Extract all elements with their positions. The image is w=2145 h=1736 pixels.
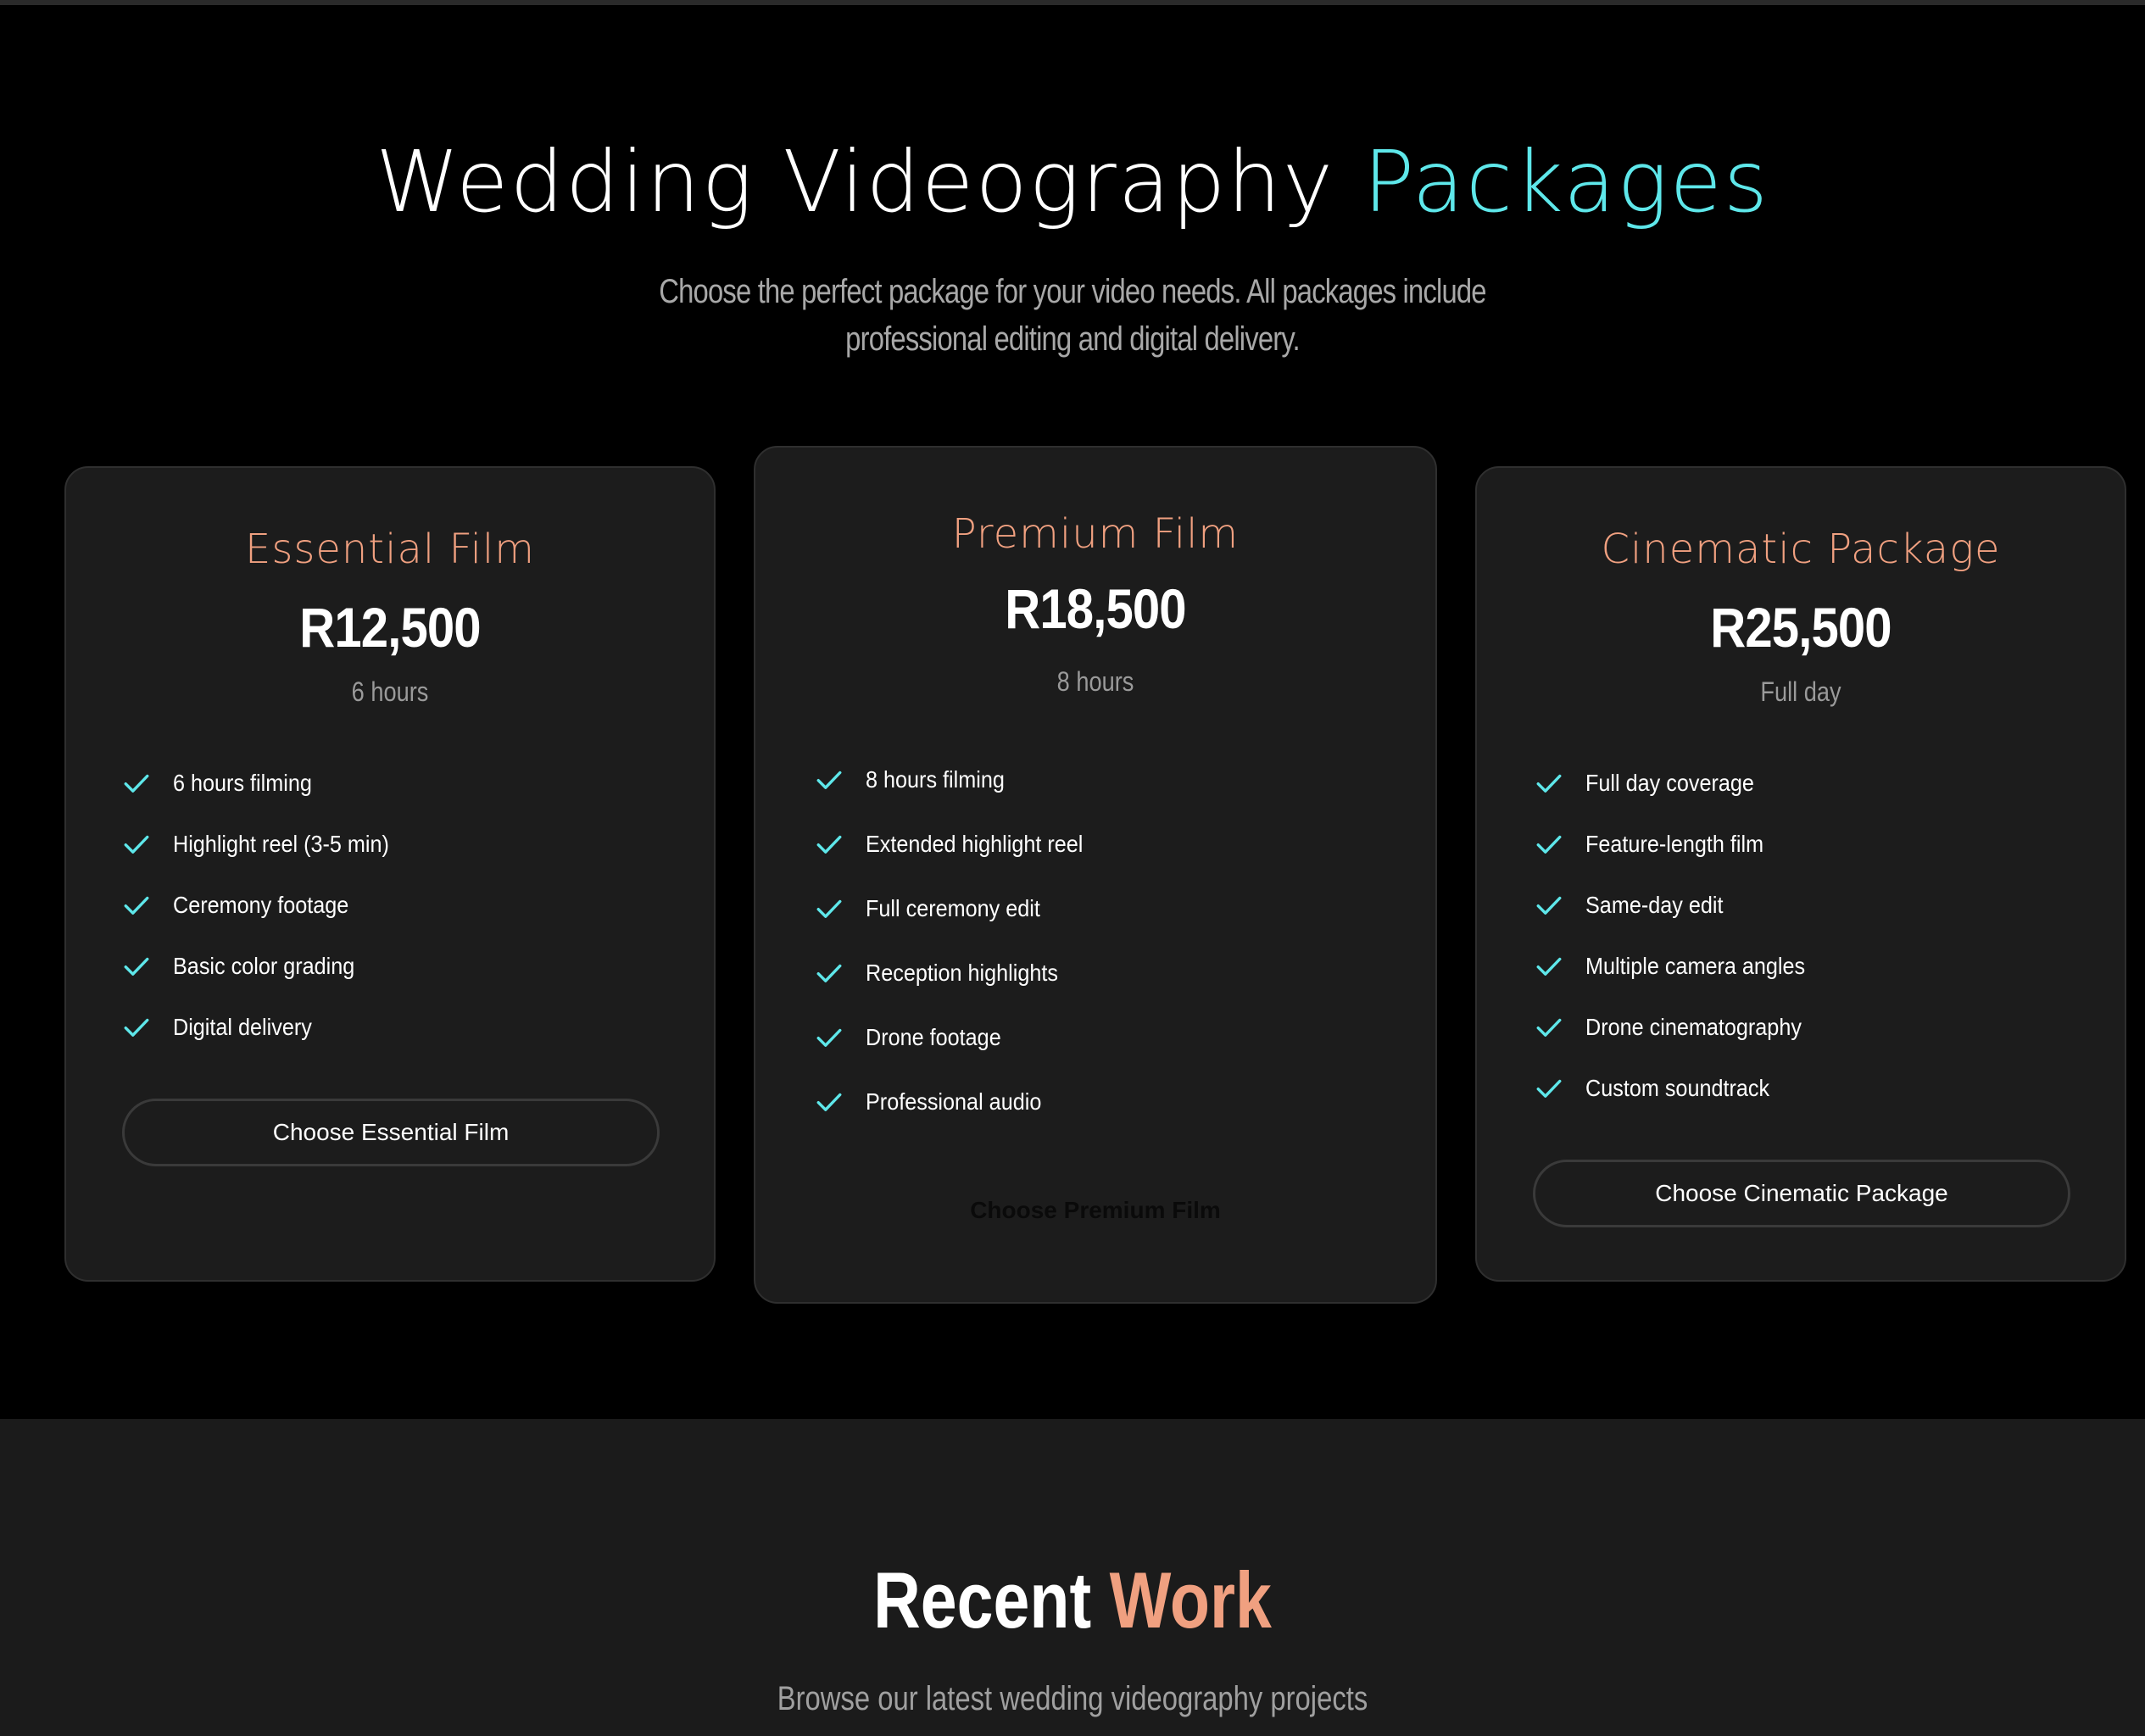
- feature-item: Basic color grading: [122, 936, 413, 997]
- check-icon: [1536, 1079, 1562, 1098]
- check-icon: [1536, 774, 1562, 793]
- choose-essential-film-button[interactable]: Choose Essential Film: [122, 1099, 660, 1166]
- feature-item: Multiple camera angles: [1535, 936, 1830, 997]
- feature-label: Digital delivery: [173, 1014, 312, 1040]
- choose-cinematic-package-button[interactable]: Choose Cinematic Package: [1533, 1160, 2070, 1227]
- feature-list: 6 hours filming Highlight reel (3-5 min)…: [122, 753, 413, 1058]
- feature-item: Reception highlights: [815, 941, 1107, 1005]
- package-duration: 6 hours: [351, 676, 429, 707]
- feature-item: Full day coverage: [1535, 753, 1830, 814]
- feature-label: 6 hours filming: [173, 770, 312, 796]
- feature-item: Full ceremony edit: [815, 876, 1107, 941]
- check-icon: [124, 1018, 149, 1037]
- feature-label: Drone cinematography: [1585, 1014, 1802, 1040]
- packages-heading-accent: Packages: [1362, 132, 1769, 231]
- check-icon: [816, 771, 842, 789]
- feature-label: Full day coverage: [1585, 770, 1754, 796]
- feature-item: Custom soundtrack: [1535, 1058, 1830, 1119]
- feature-label: Basic color grading: [173, 953, 355, 979]
- packages-heading: Wedding Videography Packages: [0, 132, 2145, 231]
- check-icon: [816, 1028, 842, 1047]
- feature-item: Ceremony footage: [122, 875, 413, 936]
- feature-item: Professional audio: [815, 1070, 1107, 1134]
- packages-subtitle: Choose the perfect package for your vide…: [659, 273, 1486, 358]
- feature-label: Multiple camera angles: [1585, 953, 1806, 979]
- check-icon: [1536, 896, 1562, 915]
- feature-list: 8 hours filming Extended highlight reel …: [815, 748, 1107, 1134]
- package-card-essential: Essential Film R12,500 6 hours 6 hours f…: [64, 466, 716, 1282]
- choose-premium-film-button[interactable]: Choose Premium Film: [755, 1197, 1435, 1224]
- feature-item: Drone cinematography: [1535, 997, 1830, 1058]
- feature-label: Custom soundtrack: [1585, 1075, 1770, 1101]
- feature-label: Reception highlights: [866, 960, 1058, 986]
- check-icon: [816, 835, 842, 854]
- feature-item: Highlight reel (3-5 min): [122, 814, 413, 875]
- recent-work-title: Recent Work: [193, 1555, 1953, 1646]
- feature-label: Ceremony footage: [173, 892, 349, 918]
- check-icon: [1536, 1018, 1562, 1037]
- recent-work-title-accent: Work: [1109, 1555, 1272, 1644]
- feature-label: Extended highlight reel: [866, 831, 1084, 857]
- check-icon: [124, 957, 149, 976]
- check-icon: [816, 1093, 842, 1111]
- package-price: R25,500: [1710, 596, 1892, 659]
- recent-work-subtitle: Browse our latest wedding videography pr…: [777, 1680, 1368, 1717]
- feature-label: Drone footage: [866, 1024, 1001, 1050]
- check-icon: [816, 964, 842, 982]
- feature-label: 8 hours filming: [866, 766, 1005, 793]
- feature-list: Full day coverage Feature-length film Sa…: [1535, 753, 1830, 1119]
- check-icon: [124, 774, 149, 793]
- package-duration: Full day: [1760, 676, 1841, 707]
- feature-label: Highlight reel (3-5 min): [173, 831, 389, 857]
- package-title: Cinematic Package: [1601, 526, 2001, 573]
- feature-item: 8 hours filming: [815, 748, 1107, 812]
- feature-item: 6 hours filming: [122, 753, 413, 814]
- feature-item: Same-day edit: [1535, 875, 1830, 936]
- check-icon: [1536, 835, 1562, 854]
- check-icon: [816, 899, 842, 918]
- feature-item: Extended highlight reel: [815, 812, 1107, 876]
- packages-heading-main: Wedding Videography: [376, 132, 1363, 231]
- package-card-cinematic: Cinematic Package R25,500 Full day Full …: [1475, 466, 2126, 1282]
- feature-item: Drone footage: [815, 1005, 1107, 1070]
- package-title: Essential Film: [244, 526, 535, 573]
- feature-label: Professional audio: [866, 1088, 1042, 1115]
- feature-label: Full ceremony edit: [866, 895, 1040, 921]
- check-icon: [1536, 957, 1562, 976]
- feature-item: Digital delivery: [122, 997, 413, 1058]
- feature-label: Feature-length film: [1585, 831, 1764, 857]
- package-title: Premium Film: [951, 510, 1240, 558]
- check-icon: [124, 896, 149, 915]
- package-duration: 8 hours: [1056, 666, 1134, 697]
- package-card-premium: Premium Film R18,500 8 hours 8 hours fil…: [754, 446, 1437, 1304]
- recent-work-section: Recent Work Browse our latest wedding vi…: [0, 1419, 2145, 1736]
- package-price: R18,500: [1005, 577, 1186, 640]
- feature-label: Same-day edit: [1585, 892, 1724, 918]
- recent-work-title-main: Recent: [873, 1555, 1110, 1644]
- feature-item: Feature-length film: [1535, 814, 1830, 875]
- check-icon: [124, 835, 149, 854]
- package-price: R12,500: [299, 596, 481, 659]
